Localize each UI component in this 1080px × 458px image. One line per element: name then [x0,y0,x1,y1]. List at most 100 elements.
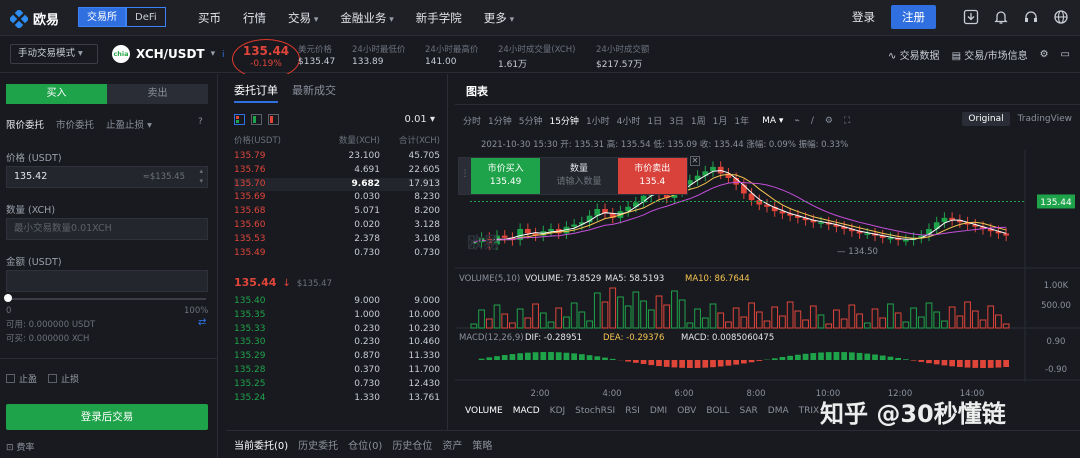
menu-markets[interactable]: 行情 [243,10,266,26]
bid-row[interactable]: 135.30 0.230 10.460 [234,336,440,349]
stop-loss-checkbox[interactable]: 止损 [48,372,79,385]
bid-row[interactable]: 135.35 1.000 10.000 [234,309,440,322]
drag-handle-icon[interactable]: ⋮ [459,158,471,194]
stop-order-tab[interactable]: 止盈止损 ▾ [106,117,152,131]
indicator-tab[interactable]: RSI [625,406,640,416]
ask-row[interactable]: 135.69 0.030 8.230 [234,191,440,204]
ask-row[interactable]: 135.70 9.682 17.913 [234,177,440,191]
indicator-tab[interactable]: TRIX [799,406,820,416]
ma-select[interactable]: MA ▾ [762,116,783,126]
fee-link[interactable]: ⊡ 费率 [6,440,34,453]
bid-row[interactable]: 135.29 0.870 11.330 [234,350,440,363]
limit-order-tab[interactable]: 限价委托 [6,117,44,131]
tab-latest-trades[interactable]: 最新成交 [292,82,336,103]
menu-trade[interactable]: 交易 [288,10,318,26]
expand-icon[interactable]: ▭ [1061,49,1070,60]
view-tradingview[interactable]: TradingView [1018,114,1072,124]
interval-tab[interactable]: 15分钟 [549,114,578,127]
bell-icon[interactable] [992,8,1010,26]
close-icon[interactable]: ✕ [690,156,700,166]
price-input[interactable]: 135.42 ≈$135.45 ▴ ▾ [6,166,208,188]
menu-more[interactable]: 更多 [484,10,514,26]
interval-tab[interactable]: 1分钟 [488,114,512,127]
amount-slider-handle[interactable] [4,294,12,302]
view-original[interactable]: Original [962,112,1010,126]
interval-tab[interactable]: 1周 [691,114,706,127]
qty-input[interactable]: 最小交易数量0.01XCH [6,218,208,240]
ask-row[interactable]: 135.49 0.730 0.730 [234,247,440,260]
login-to-trade-button[interactable]: 登录后交易 [6,404,208,430]
indicator-tab[interactable]: OBV [677,406,696,416]
indicator-tab[interactable]: SAR [739,406,757,416]
indicator-tab[interactable]: DMI [650,406,667,416]
brand-logo[interactable]: 欧易 [10,9,59,28]
login-link[interactable]: 登录 [852,9,875,25]
ask-row[interactable]: 135.76 4.691 22.605 [234,164,440,177]
bid-row[interactable]: 135.25 0.730 12.430 [234,378,440,391]
ask-row[interactable]: 135.53 2.378 3.108 [234,233,440,246]
interval-tab[interactable]: 1年 [734,114,749,127]
gear-icon[interactable]: ⚙ [1040,49,1049,60]
market-buy-button[interactable]: 市价买入 135.49 [470,158,541,194]
indicator-tab[interactable]: DMA [768,406,789,416]
buy-tab[interactable]: 买入 [6,84,107,104]
book-asks-icon[interactable] [268,114,279,125]
bottom-tab[interactable]: 资产 [442,437,462,452]
bid-row[interactable]: 135.40 9.000 9.000 [234,295,440,308]
book-bids-icon[interactable] [251,114,262,125]
interval-tab[interactable]: 3日 [669,114,684,127]
amount-input[interactable] [6,270,208,292]
market-order-tab[interactable]: 市价委托 [56,117,94,131]
headset-icon[interactable] [1022,8,1040,26]
info-icon[interactable]: i [222,50,225,60]
menu-finance[interactable]: 金融业务 [340,10,393,26]
exchange-pill[interactable]: 交易所 [78,7,126,27]
ask-row[interactable]: 135.68 5.071 8.200 [234,205,440,218]
interval-tab[interactable]: 5分钟 [519,114,543,127]
candle-style-icon[interactable]: ⌁ [794,116,799,126]
pair-selector[interactable]: chia XCH/USDT ▾ [112,45,215,63]
market-sell-button[interactable]: 市价卖出 135.4 [617,158,687,194]
settings-icon[interactable]: ⚙ [825,116,833,126]
bottom-tab[interactable]: 历史仓位 [392,437,432,452]
amount-slider-track[interactable] [8,298,206,300]
ask-row[interactable]: 135.60 0.020 3.128 [234,219,440,232]
bottom-tab[interactable]: 仓位(0) [348,437,382,452]
book-both-icon[interactable] [234,114,245,125]
bid-row[interactable]: 135.28 0.370 11.700 [234,364,440,377]
interval-tab[interactable]: 4小时 [617,114,641,127]
download-icon[interactable] [962,8,980,26]
transfer-icon[interactable]: ⇄ [198,317,206,328]
bid-row[interactable]: 135.24 1.330 13.761 [234,392,440,405]
menu-buy-crypto[interactable]: 买币 [198,10,221,26]
interval-tab[interactable]: 1月 [713,114,728,127]
ask-row[interactable]: 135.79 23.100 45.705 [234,150,440,163]
trade-mode-select[interactable]: 手动交易模式 ▾ [10,44,98,64]
defi-pill[interactable]: DeFi [126,7,166,27]
indicator-tab[interactable]: VOLUME [465,406,503,416]
market-info-link[interactable]: ▤ 交易/市场信息 [952,47,1028,62]
register-button[interactable]: 注册 [891,5,936,29]
globe-icon[interactable] [1052,8,1070,26]
bottom-tab[interactable]: 当前委托(0) [234,437,288,452]
help-icon[interactable]: ? [198,117,203,127]
quick-qty-input[interactable]: 数量 请输入数量 [540,158,618,194]
indicator-tab[interactable]: BOLL [706,406,729,416]
take-profit-checkbox[interactable]: 止盈 [6,372,37,385]
interval-tab[interactable]: 分时 [463,114,481,127]
indicator-tab[interactable]: KDJ [550,406,566,416]
bottom-tab[interactable]: 策略 [472,437,492,452]
indicator-tab[interactable]: StochRSI [575,406,615,416]
tab-order-book[interactable]: 委托订单 [234,82,278,103]
interval-tab[interactable]: 1小时 [586,114,610,127]
precision-select[interactable]: 0.01 ▾ [405,114,435,125]
bid-row[interactable]: 135.33 0.230 10.230 [234,323,440,336]
indicator-tab[interactable]: MACD [513,406,540,416]
trade-data-link[interactable]: ∿ 交易数据 [888,47,940,62]
sell-tab[interactable]: 卖出 [107,84,208,104]
menu-academy[interactable]: 新手学院 [416,10,462,26]
trend-line-icon[interactable]: ∕ [811,116,814,126]
bottom-tab[interactable]: 历史委托 [298,437,338,452]
fullscreen-icon[interactable]: ⛶ [844,116,850,126]
stepper-icon[interactable]: ▴ ▾ [199,166,203,186]
